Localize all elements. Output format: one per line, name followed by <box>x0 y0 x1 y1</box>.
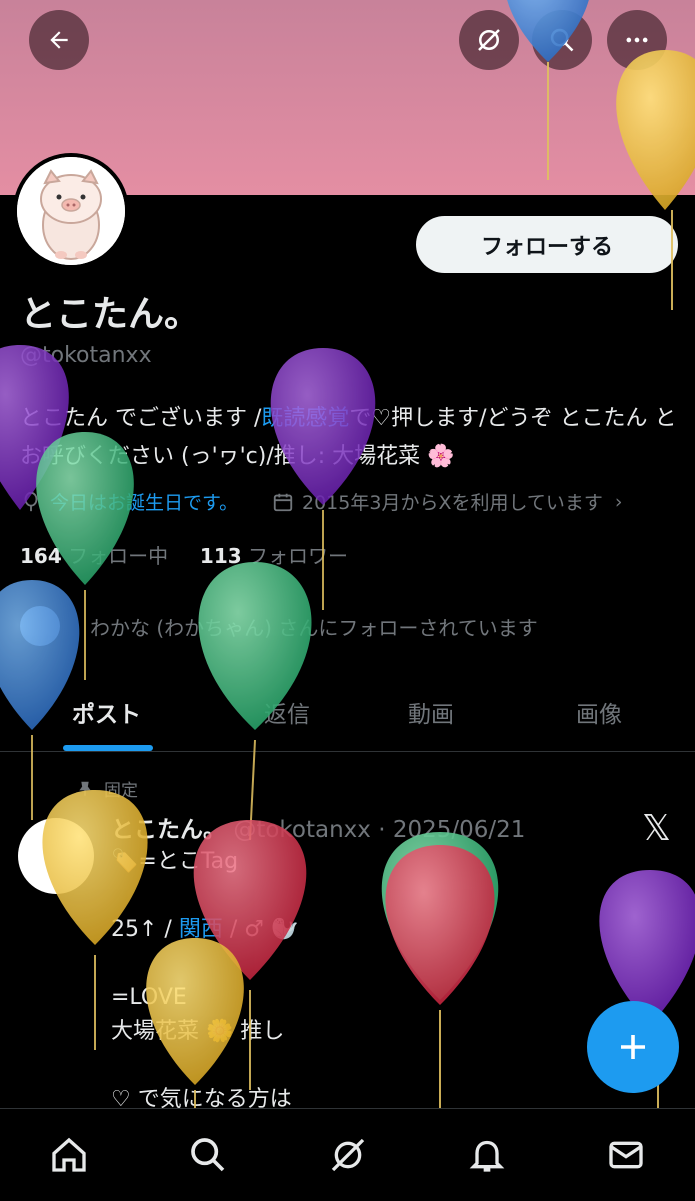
plus-icon <box>621 1035 645 1059</box>
tab-posts[interactable]: ポスト <box>72 695 141 729</box>
post-header: とこたん。 @tokotanxx · 2025/06/21 <box>111 810 525 844</box>
chevron-right-icon: › <box>614 490 623 513</box>
post-line-3: =LOVE <box>111 985 187 1010</box>
joined-text: 2015年3月からXを利用しています <box>302 492 603 514</box>
post-line-2a: 25↑ / <box>111 917 179 942</box>
followers-count: 113 <box>199 544 242 568</box>
bottom-navigation <box>0 1108 695 1201</box>
following-link[interactable]: 164 フォロー中 <box>20 544 168 568</box>
followers-label: フォロワー <box>248 544 349 568</box>
search-icon[interactable] <box>188 1135 228 1175</box>
calendar-icon <box>273 493 293 511</box>
bell-icon[interactable] <box>467 1135 507 1175</box>
compose-button[interactable] <box>587 1001 679 1093</box>
birthday-row: 今日はお誕生日です。 <box>20 488 238 515</box>
grok-button[interactable] <box>459 10 519 70</box>
back-button[interactable] <box>29 10 89 70</box>
bio-text-1: とこたん でございます / <box>20 406 262 431</box>
bio-hashtag-link[interactable]: 既読感覚 <box>261 406 349 431</box>
more-icon <box>626 37 648 43</box>
balloon-icon <box>24 491 38 511</box>
post-line-1: =とこTag <box>138 849 239 874</box>
following-count: 164 <box>20 544 62 568</box>
followers-link[interactable]: 113 フォロワー <box>200 544 348 568</box>
follow-button[interactable]: フォローする <box>416 216 678 273</box>
profile-handle: @tokotanxx <box>20 343 152 368</box>
back-arrow-icon <box>50 31 68 49</box>
grok-icon <box>478 29 500 51</box>
home-icon[interactable] <box>49 1135 89 1175</box>
birthday-text: 今日はお誕生日です。 <box>50 492 239 514</box>
tab-videos[interactable]: 動画 <box>408 695 454 729</box>
search-button[interactable] <box>532 10 592 70</box>
follow-stats: 164 フォロー中 113 フォロワー <box>20 540 348 569</box>
profile-tabs: ポスト 返信 動画 画像 <box>0 675 695 752</box>
followed-by-text: わかな (わかちゃん) さんにフォローされています <box>90 615 538 640</box>
tab-images[interactable]: 画像 <box>576 695 622 729</box>
post-author-name[interactable]: とこたん。 <box>111 817 226 843</box>
pinned-label-row: 固定 <box>76 776 138 801</box>
bio-emoji: 🌸 <box>427 444 455 469</box>
tab-replies[interactable]: 返信 <box>264 695 310 729</box>
x-logo-icon: 𝕏 <box>642 808 672 849</box>
post-line-4: 大場花菜 🌼 推し <box>111 1019 285 1044</box>
following-label: フォロー中 <box>68 544 169 568</box>
search-icon <box>550 28 574 52</box>
post-line-2b: / ♂ 🦭 <box>222 917 299 942</box>
joined-row[interactable]: 2015年3月からXを利用しています › <box>272 488 623 515</box>
tag-emoji: 🏷️ <box>111 849 139 874</box>
profile-bio: とこたん でございます /既読感覚で♡押します/どうぞ とこたん とお呼びくださ… <box>20 400 680 476</box>
active-tab-indicator <box>63 745 153 751</box>
follower-avatar <box>20 606 60 646</box>
pig-avatar-image <box>17 157 125 265</box>
profile-name: とこたん。 <box>20 294 201 335</box>
post-meta: @tokotanxx · 2025/06/21 <box>233 817 526 843</box>
profile-avatar[interactable] <box>13 153 129 269</box>
pin-icon <box>79 781 91 796</box>
grok-icon[interactable] <box>328 1135 368 1175</box>
mail-icon[interactable] <box>606 1135 646 1175</box>
post-location-link[interactable]: 関西 <box>179 917 223 942</box>
more-button[interactable] <box>607 10 667 70</box>
post-author-avatar[interactable] <box>18 818 94 894</box>
followed-by-row[interactable]: わかな (わかちゃん) さんにフォローされています <box>20 606 538 646</box>
post-body[interactable]: 🏷️=とこTag 25↑ / 関西 / ♂ 🦭 =LOVE 大場花菜 🌼 推し … <box>111 845 611 1117</box>
balloon <box>270 348 376 610</box>
pinned-label: 固定 <box>104 781 138 801</box>
